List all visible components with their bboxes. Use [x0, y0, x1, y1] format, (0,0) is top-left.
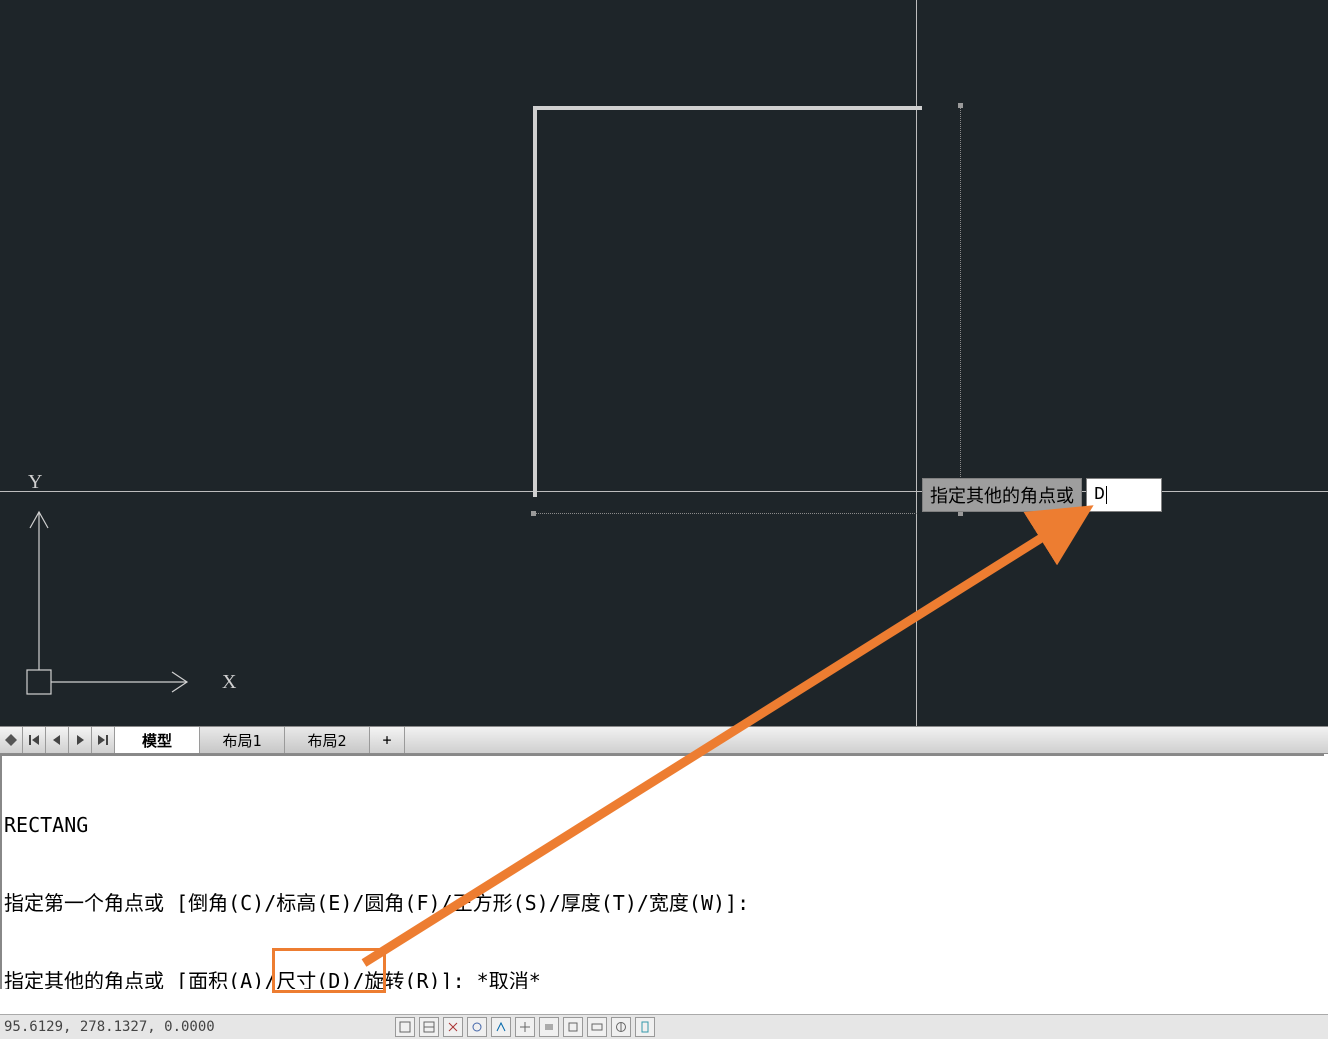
status-toggle-icon[interactable] — [443, 1017, 463, 1037]
status-toggle-icon[interactable] — [611, 1017, 631, 1037]
rectangle-preview-right-dotted — [960, 105, 961, 513]
rectangle-preview-left — [533, 106, 537, 497]
drawing-canvas[interactable]: 指定其他的角点或 D X Y — [0, 0, 1328, 726]
ucs-icon: X Y — [22, 472, 242, 702]
scroll-resize-icon[interactable] — [0, 727, 23, 753]
layout-tab-bar: 模型 布局1 布局2 + — [0, 726, 1328, 754]
status-toggle-icon[interactable] — [395, 1017, 415, 1037]
tab-group: 模型 布局1 布局2 + — [115, 727, 405, 753]
status-coordinates: 95.6129, 278.1327, 0.0000 — [4, 1019, 215, 1035]
rect-marker-tr — [958, 103, 963, 108]
rectangle-preview-bottom-dotted — [533, 513, 917, 514]
tab-add-button[interactable]: + — [370, 727, 405, 753]
status-icon-group — [395, 1015, 655, 1039]
dynamic-input-field[interactable]: D — [1086, 478, 1162, 512]
command-history-window[interactable]: RECTANG 指定第一个角点或 [倒角(C)/标高(E)/圆角(F)/正方形(… — [0, 754, 1324, 989]
tab-layout1[interactable]: 布局1 — [200, 727, 285, 753]
command-history-line: RECTANG — [4, 812, 1322, 838]
tab-nav-buttons — [0, 727, 115, 753]
rectangle-preview-top — [533, 106, 922, 110]
status-toggle-icon[interactable] — [635, 1017, 655, 1037]
status-toggle-icon[interactable] — [467, 1017, 487, 1037]
status-toggle-icon[interactable] — [563, 1017, 583, 1037]
tab-next-icon[interactable] — [69, 727, 92, 753]
status-toggle-icon[interactable] — [491, 1017, 511, 1037]
tab-last-icon[interactable] — [92, 727, 115, 753]
rect-marker-bl — [531, 511, 536, 516]
status-toggle-icon[interactable] — [587, 1017, 607, 1037]
ucs-y-label: Y — [28, 472, 42, 493]
tab-first-icon[interactable] — [23, 727, 46, 753]
text-cursor — [1106, 486, 1107, 504]
tab-prev-icon[interactable] — [46, 727, 69, 753]
dynamic-input-label: 指定其他的角点或 — [922, 478, 1082, 512]
status-toggle-icon[interactable] — [419, 1017, 439, 1037]
tab-model[interactable]: 模型 — [115, 727, 200, 753]
tab-layout2[interactable]: 布局2 — [285, 727, 370, 753]
dynamic-input-value: D — [1094, 485, 1105, 505]
status-bar: 95.6129, 278.1327, 0.0000 — [0, 1014, 1328, 1039]
status-toggle-icon[interactable] — [515, 1017, 535, 1037]
command-history-line: 指定第一个角点或 [倒角(C)/标高(E)/圆角(F)/正方形(S)/厚度(T)… — [4, 890, 1322, 916]
status-toggle-icon[interactable] — [539, 1017, 559, 1037]
dynamic-input-group: 指定其他的角点或 D — [922, 478, 1162, 512]
command-history-line: 指定其他的角点或 [面积(A)/尺寸(D)/旋转(R)]: *取消* — [4, 968, 1322, 989]
ucs-x-label: X — [222, 671, 237, 693]
